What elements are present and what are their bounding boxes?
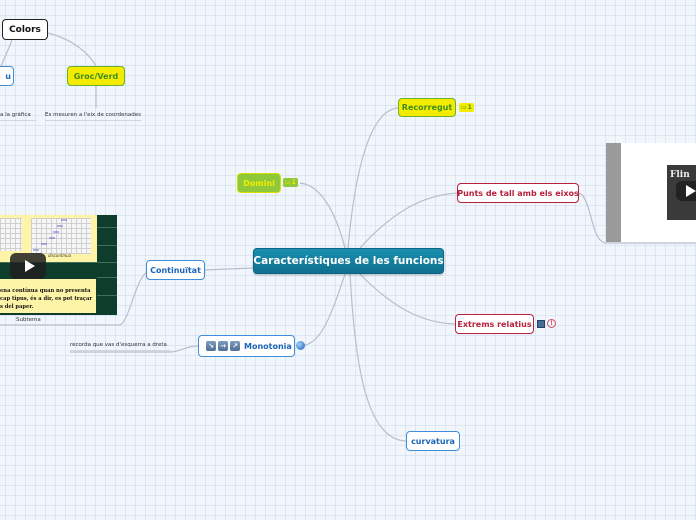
note-icon: ▭ xyxy=(285,179,291,186)
video-text-line-1: ena contínua quan no presenta xyxy=(0,288,91,294)
link-domini xyxy=(299,182,346,249)
leaf-eix-coordenades[interactable]: Es mesuren a l'eix de coordenades xyxy=(45,112,142,121)
alert-icon[interactable]: ! xyxy=(547,319,556,328)
link-curvatura xyxy=(349,273,407,442)
leaf-grafica[interactable]: a la gràfica xyxy=(0,112,36,121)
curvatura-label: curvatura xyxy=(411,436,455,446)
link-recorregut xyxy=(347,107,399,249)
monotonia-node[interactable]: ↘ → ↗ Monotonia xyxy=(198,335,295,357)
play-icon[interactable] xyxy=(10,253,46,279)
blau-node[interactable]: u xyxy=(0,66,14,86)
continuitat-label: Continuïtat xyxy=(150,265,201,275)
curvatura-node[interactable]: curvatura xyxy=(406,431,460,451)
subtema-caption: Subtema xyxy=(16,317,41,323)
link-punts-tall xyxy=(359,192,459,249)
link-colors-blau xyxy=(0,39,13,69)
extrems-node[interactable]: Extrems relatius xyxy=(455,314,534,334)
blau-label: u xyxy=(5,71,11,81)
globe-icon[interactable] xyxy=(296,341,305,350)
punts-tall-video[interactable]: Flin xyxy=(606,143,696,243)
arrow-down-right-icon: ↘ xyxy=(206,341,216,351)
video-sidebar xyxy=(606,143,621,242)
root-node[interactable]: Característiques de les funcions xyxy=(253,248,444,274)
video-text: ena contínua quan no presenta cap tipus,… xyxy=(0,279,96,313)
video-title: Flin xyxy=(670,170,690,180)
extrems-label: Extrems relatius xyxy=(457,319,532,329)
continuitat-node[interactable]: Continuïtat xyxy=(146,260,205,280)
recorregut-label: Recorregut xyxy=(401,103,453,112)
arrow-up-right-icon: ↗ xyxy=(230,341,240,351)
image-icon[interactable] xyxy=(537,320,545,328)
domini-label: Domini xyxy=(243,178,275,188)
monotonia-label: Monotonia xyxy=(244,341,292,351)
groc-verd-node[interactable]: Groc/Verd xyxy=(67,66,125,86)
video-grid-b xyxy=(31,218,91,254)
monotonia-leaf[interactable]: recorda que vas d'esquerra a dreta xyxy=(70,342,170,351)
root-label: Característiques de les funcions xyxy=(253,255,444,267)
arrow-right-icon: → xyxy=(218,341,228,351)
colors-label: Colors xyxy=(9,24,41,35)
link-extrems xyxy=(359,273,456,325)
video-text-line-2: cap tipus, és a dir, es pot traçar xyxy=(0,296,93,302)
video-grid-a xyxy=(0,218,22,251)
note-count: 1 xyxy=(467,104,472,111)
punts-tall-node[interactable]: Punts de tall amb els eixos xyxy=(457,183,579,203)
note-count: 1 xyxy=(291,179,296,186)
play-icon[interactable] xyxy=(676,181,696,201)
note-icon: ▭ xyxy=(461,104,467,111)
colors-node[interactable]: Colors xyxy=(2,19,48,40)
domini-node[interactable]: Domini xyxy=(237,173,281,193)
link-monotonia xyxy=(299,273,346,347)
groc-verd-label: Groc/Verd xyxy=(73,71,119,81)
recorregut-note-badge[interactable]: ▭ 1 xyxy=(459,103,474,112)
link-continuitat xyxy=(204,267,254,271)
punts-tall-label: Punts de tall amb els eixos xyxy=(457,188,579,198)
link-colors-groc xyxy=(47,32,97,67)
continuitat-video[interactable]: discontinua ena contínua quan no present… xyxy=(0,215,117,315)
handwritten-note: discontinua xyxy=(48,253,72,258)
recorregut-node[interactable]: Recorregut xyxy=(398,98,456,117)
video-text-line-3: s del paper. xyxy=(0,304,34,310)
domini-note-badge[interactable]: ▭ 1 xyxy=(283,178,298,187)
step-graph xyxy=(33,219,67,251)
